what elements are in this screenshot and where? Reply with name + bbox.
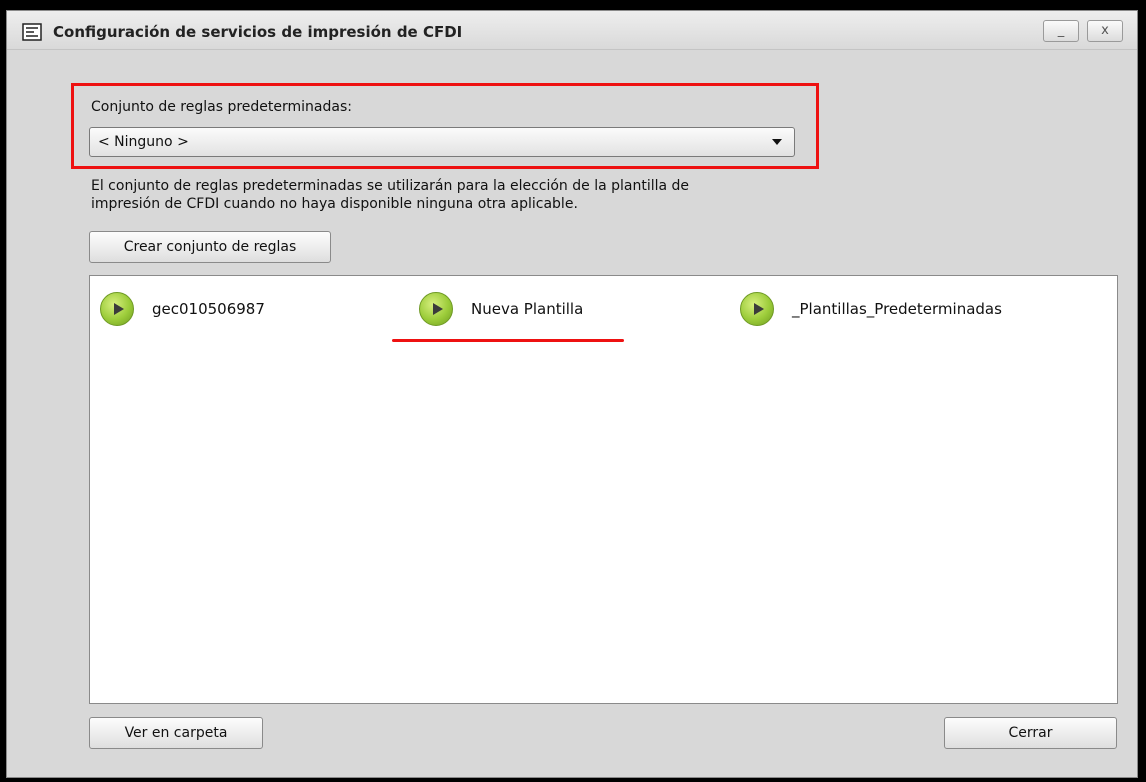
cfdi-print-config-window: Configuración de servicios de impresión … xyxy=(6,10,1138,778)
rules-description: El conjunto de reglas predeterminadas se… xyxy=(91,177,811,213)
annotation-highlight-box xyxy=(71,83,819,169)
template-label: Nueva Plantilla xyxy=(471,300,584,318)
close-button[interactable]: Cerrar xyxy=(944,717,1117,749)
window-title: Configuración de servicios de impresión … xyxy=(53,23,463,41)
play-icon xyxy=(419,292,453,326)
description-line-1: El conjunto de reglas predeterminadas se… xyxy=(91,178,690,194)
view-in-folder-button[interactable]: Ver en carpeta xyxy=(89,717,263,749)
close-window-button[interactable]: x xyxy=(1087,20,1123,42)
annotation-underline xyxy=(392,339,624,342)
title-bar: Configuración de servicios de impresión … xyxy=(7,11,1137,50)
play-icon xyxy=(100,292,134,326)
template-label: gec010506987 xyxy=(152,300,265,318)
template-label: _Plantillas_Predeterminadas xyxy=(792,300,1002,318)
minimize-button[interactable]: _ xyxy=(1043,20,1079,42)
app-icon xyxy=(22,23,42,41)
play-icon xyxy=(740,292,774,326)
create-rules-button[interactable]: Crear conjunto de reglas xyxy=(89,231,331,263)
description-line-2: impresión de CFDI cuando no haya disponi… xyxy=(91,196,578,212)
